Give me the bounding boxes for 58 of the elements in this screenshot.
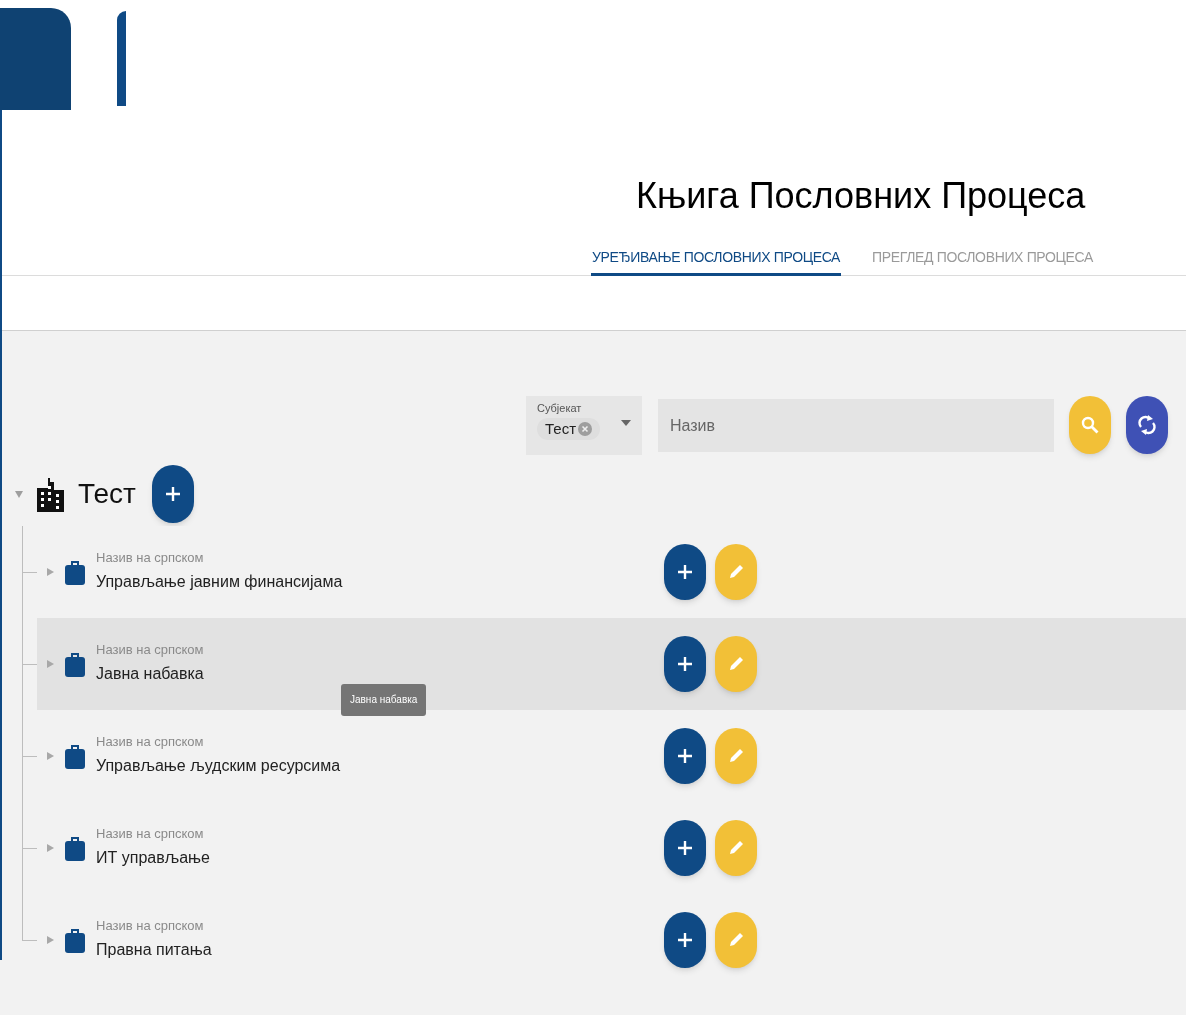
process-name: Јавна набавка bbox=[96, 663, 205, 684]
process-name: Управљање људским ресурсима bbox=[96, 755, 342, 776]
briefcase-icon bbox=[65, 743, 85, 769]
briefcase-icon bbox=[65, 835, 85, 861]
add-button[interactable] bbox=[664, 728, 706, 784]
subject-select[interactable]: Субјекат Тест bbox=[526, 396, 642, 455]
edit-button[interactable] bbox=[715, 820, 757, 876]
add-button[interactable] bbox=[151, 465, 194, 523]
field-label: Субјекат bbox=[537, 402, 583, 416]
add-button[interactable] bbox=[664, 544, 706, 600]
plus-icon bbox=[164, 486, 181, 502]
pencil-icon bbox=[728, 656, 744, 672]
organization-name: Тест bbox=[78, 477, 136, 511]
refresh-icon bbox=[1137, 414, 1157, 436]
field-caption: Назив на српском bbox=[96, 826, 205, 843]
plus-icon bbox=[677, 840, 693, 856]
expand-arrow-icon[interactable] bbox=[45, 659, 55, 669]
add-button[interactable] bbox=[664, 820, 706, 876]
field-caption: Назив на српском bbox=[96, 734, 205, 751]
tooltip: Јавна набавка bbox=[341, 684, 427, 716]
process-name: Управљање јавним финансијама bbox=[96, 571, 344, 592]
search-icon bbox=[1081, 416, 1099, 434]
subject-chip[interactable]: Тест bbox=[537, 417, 601, 440]
briefcase-icon bbox=[65, 927, 85, 953]
edit-button[interactable] bbox=[715, 544, 757, 600]
tab[interactable]: УРЕЂИВАЊЕ ПОСЛОВНИХ ПРОЦЕСА bbox=[591, 242, 842, 276]
building-icon bbox=[36, 476, 66, 512]
expand-arrow-icon[interactable] bbox=[45, 751, 55, 761]
briefcase-icon bbox=[65, 651, 85, 677]
process-name: ИТ управљање bbox=[96, 847, 211, 868]
plus-icon bbox=[677, 932, 693, 948]
expand-arrow-icon[interactable] bbox=[45, 567, 55, 577]
plus-icon bbox=[677, 564, 693, 580]
field-caption: Назив на српском bbox=[96, 642, 205, 659]
add-button[interactable] bbox=[664, 912, 706, 968]
refresh-button[interactable] bbox=[1126, 396, 1168, 454]
pencil-icon bbox=[728, 932, 744, 948]
pencil-icon bbox=[728, 840, 744, 856]
pencil-icon bbox=[728, 748, 744, 764]
field-caption: Назив на српском bbox=[96, 550, 205, 567]
add-button[interactable] bbox=[664, 636, 706, 692]
remove-icon[interactable] bbox=[578, 421, 593, 436]
edit-button[interactable] bbox=[715, 912, 757, 968]
name-search-field[interactable]: Назив bbox=[658, 399, 1054, 452]
pencil-icon bbox=[728, 564, 744, 580]
dropdown-caret-icon bbox=[621, 420, 631, 426]
collapse-arrow-icon[interactable] bbox=[14, 489, 24, 499]
process-name: Правна питања bbox=[96, 939, 213, 960]
briefcase-icon bbox=[65, 559, 85, 585]
expand-arrow-icon[interactable] bbox=[45, 935, 55, 945]
page-title: Књига Пословних Процеса bbox=[636, 178, 1086, 214]
plus-icon bbox=[677, 656, 693, 672]
edit-button[interactable] bbox=[715, 728, 757, 784]
search-button[interactable] bbox=[1069, 396, 1111, 454]
edit-button[interactable] bbox=[715, 636, 757, 692]
field-caption: Назив на српском bbox=[96, 918, 205, 935]
plus-icon bbox=[677, 748, 693, 764]
expand-arrow-icon[interactable] bbox=[45, 843, 55, 853]
